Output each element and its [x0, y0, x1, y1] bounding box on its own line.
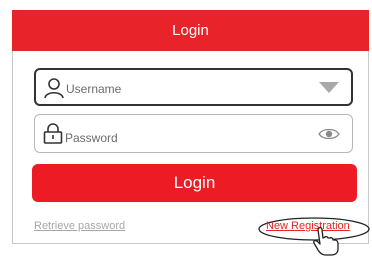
eye-icon[interactable]	[318, 126, 340, 142]
user-icon	[44, 78, 64, 99]
retrieve-password-link[interactable]: Retrieve password	[34, 220, 125, 232]
triangle-down-icon[interactable]	[319, 82, 339, 94]
username-field[interactable]: Username	[34, 68, 353, 106]
login-button[interactable]: Login	[32, 164, 357, 202]
pointing-hand-icon	[313, 226, 339, 256]
password-placeholder: Password	[65, 130, 118, 145]
page-header: Login	[12, 10, 369, 51]
lock-icon	[43, 123, 63, 144]
login-button-label: Login	[173, 173, 216, 192]
page-title: Login	[172, 22, 209, 39]
username-placeholder: Username	[66, 82, 122, 96]
new-registration-area: New Registration	[256, 211, 372, 256]
password-field[interactable]: Password	[34, 114, 353, 153]
